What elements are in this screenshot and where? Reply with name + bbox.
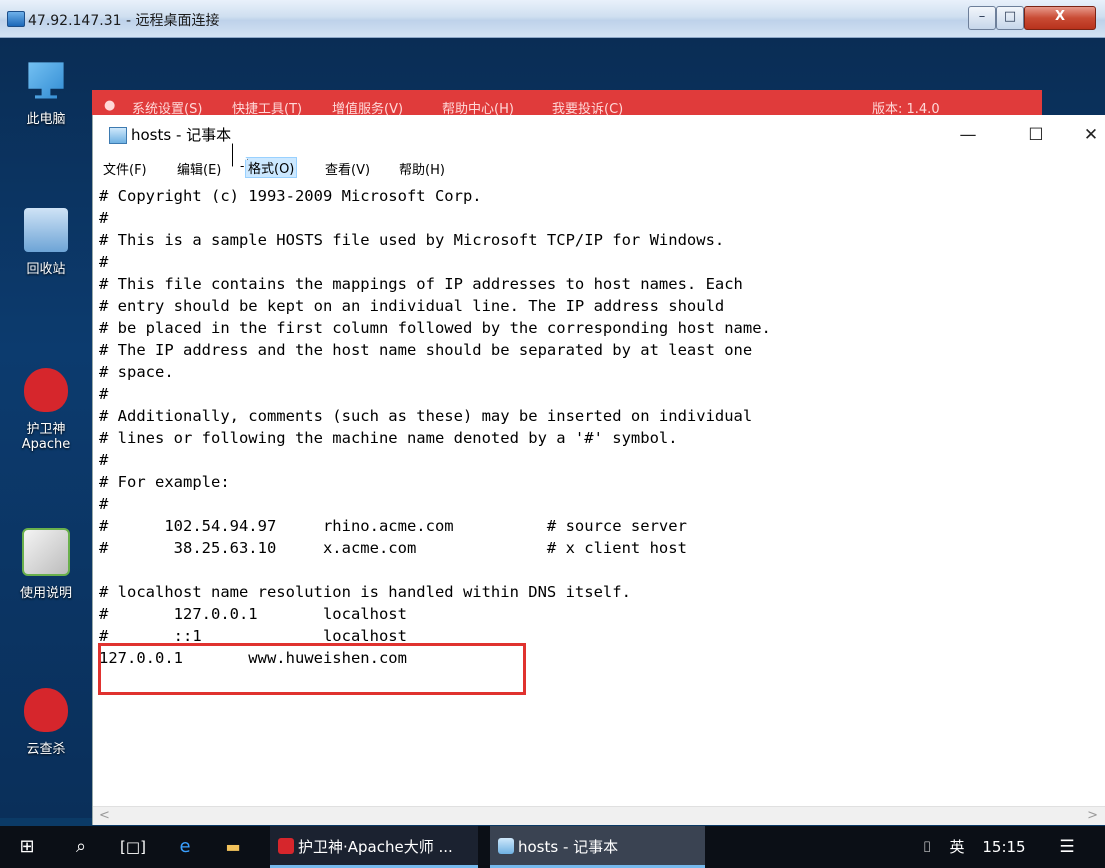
text-line	[99, 559, 1094, 581]
taskbar-app-notepad[interactable]: hosts - 记事本	[490, 826, 705, 868]
menu-edit[interactable]: 编辑(E)	[177, 159, 221, 178]
menu-help[interactable]: 帮助(H)	[399, 159, 445, 178]
task-view-icon[interactable]: [□]	[116, 826, 150, 868]
horizontal-scrollbar[interactable]: < >	[93, 806, 1105, 825]
text-line: # entry should be kept on an individual …	[99, 297, 725, 315]
app-logo-icon: ●	[104, 98, 116, 113]
menu-view[interactable]: 查看(V)	[325, 159, 370, 178]
text-line: # Copyright (c) 1993-2009 Microsoft Corp…	[99, 187, 482, 205]
text-line: # 38.25.63.10 x.acme.com # x client host	[99, 539, 687, 557]
text-line: # This is a sample HOSTS file used by Mi…	[99, 231, 725, 249]
menu-format[interactable]: 格式(O)	[245, 157, 298, 178]
shield-icon	[24, 688, 68, 732]
desktop-icon-recycle-bin[interactable]: 回收站	[0, 208, 92, 277]
taskbar-app-huweishen[interactable]: 护卫神·Apache大师 ...	[270, 826, 478, 868]
text-line: # Additionally, comments (such as these)…	[99, 407, 753, 425]
remote-desktop-icon	[7, 11, 25, 27]
shield-icon	[278, 838, 294, 854]
text-line: # be placed in the first column followed…	[99, 319, 771, 337]
scroll-left-arrow-icon[interactable]: <	[99, 808, 110, 823]
text-line: #	[99, 253, 109, 271]
text-line: #	[99, 495, 109, 513]
rdp-window-title: 47.92.147.31 - 远程桌面连接	[28, 13, 220, 29]
search-icon[interactable]: ⌕	[66, 826, 96, 868]
notepad-maximize-button[interactable]: ☐	[1013, 121, 1059, 149]
rdp-titlebar: 47.92.147.31 - 远程桌面连接 – □ X	[0, 0, 1105, 38]
ime-indicator[interactable]: 英	[945, 826, 969, 868]
text-line: #	[99, 209, 109, 227]
notepad-icon	[498, 838, 514, 854]
text-line: # This file contains the mappings of IP …	[99, 275, 743, 293]
input-pen-icon[interactable]: ⌷	[916, 826, 938, 868]
rdp-close-button[interactable]: X	[1024, 6, 1096, 30]
recycle-bin-icon	[24, 208, 68, 252]
highlight-annotation-box	[98, 643, 526, 695]
text-line: # 102.54.94.97 rhino.acme.com # source s…	[99, 517, 687, 535]
text-line: # space.	[99, 363, 174, 381]
text-editor-area[interactable]: # Copyright (c) 1993-2009 Microsoft Corp…	[99, 185, 1094, 805]
taskbar: ⊞ ⌕ [□] e ▬ 护卫神·Apache大师 ... hosts - 记事本…	[0, 826, 1105, 868]
menu-file[interactable]: 文件(F)	[103, 159, 147, 178]
notepad-minimize-button[interactable]: —	[945, 121, 991, 149]
desktop-icon-huweishen[interactable]: 护卫神 Apache	[0, 368, 92, 452]
text-line: # The IP address and the host name shoul…	[99, 341, 753, 359]
text-line: #	[99, 385, 109, 403]
computer-icon	[28, 62, 64, 99]
file-explorer-icon[interactable]: ▬	[218, 826, 248, 868]
notification-icon[interactable]: ☰	[1052, 826, 1082, 868]
notepad-title: hosts - 记事本	[131, 126, 232, 144]
start-button[interactable]: ⊞	[10, 826, 44, 868]
notepad-close-button[interactable]: ✕	[1068, 121, 1105, 149]
edge-browser-icon[interactable]: e	[170, 826, 200, 868]
shield-icon	[24, 368, 68, 412]
text-line: # 127.0.0.1 localhost	[99, 605, 407, 623]
rdp-maximize-button[interactable]: □	[996, 6, 1024, 30]
text-line: # lines or following the machine name de…	[99, 429, 678, 447]
desktop-icon-this-pc[interactable]: 此电脑	[0, 58, 92, 127]
notepad-window: hosts - 记事本 — ☐ ✕ 文件(F) 编辑(E) 格式(O) 查看(V…	[92, 115, 1105, 825]
rdp-minimize-button[interactable]: –	[968, 6, 996, 30]
text-line: # localhost name resolution is handled w…	[99, 583, 631, 601]
document-icon	[22, 528, 70, 576]
notepad-titlebar: hosts - 记事本 — ☐ ✕	[93, 115, 1105, 155]
text-line: # For example:	[99, 473, 230, 491]
text-line: #	[99, 451, 109, 469]
scroll-right-arrow-icon[interactable]: >	[1087, 808, 1098, 823]
desktop-icon-manual[interactable]: 使用说明	[0, 528, 92, 601]
notepad-icon	[109, 127, 127, 144]
desktop-icon-cloud-scan[interactable]: 云查杀	[0, 688, 92, 757]
clock[interactable]: 15:15	[978, 826, 1030, 868]
